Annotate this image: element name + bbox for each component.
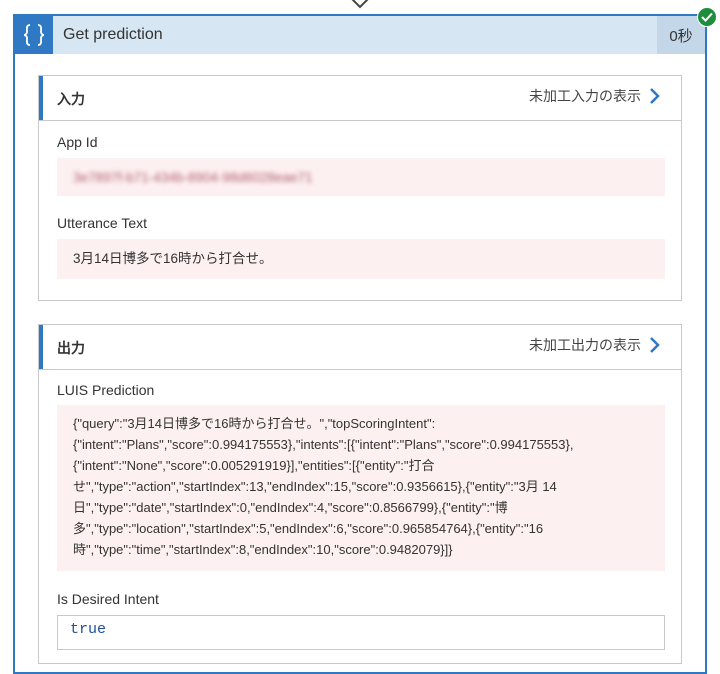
show-raw-inputs-label: 未加工入力の表示 (529, 88, 641, 104)
flow-arrow-icon (351, 0, 369, 9)
action-card: Get prediction 0秒 入力 未加工入力の表示 App Id 3e7… (13, 14, 707, 674)
luis-line: 日","type":"date","startIndex":0,"endInde… (73, 500, 508, 515)
outputs-section: 出力 未加工出力の表示 LUIS Prediction {"query":"3月… (38, 324, 682, 664)
is-desired-intent-label: Is Desired Intent (57, 591, 159, 607)
app-id-text: 3e7897f-b71-434b-8904-98d6028eae71 (73, 170, 313, 185)
luis-line: 時","type":"time","startIndex":8,"endInde… (73, 542, 453, 557)
show-raw-outputs-link[interactable]: 未加工出力の表示 (529, 335, 661, 355)
luis-prediction-value: {"query":"3月14日博多で16時から打合せ。","topScoring… (57, 405, 665, 571)
utterance-text-value: 3月14日博多で16時から打合せ。 (57, 239, 665, 279)
luis-prediction-label: LUIS Prediction (57, 382, 155, 398)
utterance-text-label: Utterance Text (57, 215, 148, 231)
luis-line: せ","type":"action","startIndex":13,"endI… (73, 479, 557, 494)
inputs-title: 入力 (57, 91, 85, 107)
show-raw-inputs-link[interactable]: 未加工入力の表示 (529, 86, 661, 106)
curly-braces-icon (15, 16, 53, 54)
action-header[interactable]: Get prediction 0秒 (15, 16, 705, 54)
success-check-icon (697, 7, 717, 27)
inputs-section: 入力 未加工入力の表示 App Id 3e7897f-b71-434b-8904… (38, 75, 682, 301)
is-desired-intent-value: true (57, 615, 665, 650)
outputs-section-header[interactable]: 出力 未加工出力の表示 (39, 325, 681, 370)
luis-line: {"intent":"Plans","score":0.994175553},"… (73, 437, 574, 452)
chevron-right-icon (650, 88, 660, 104)
outputs-title: 出力 (57, 340, 85, 356)
show-raw-outputs-label: 未加工出力の表示 (529, 337, 641, 353)
luis-line: 多","type":"location","startIndex":5,"end… (73, 521, 544, 536)
inputs-section-header[interactable]: 入力 未加工入力の表示 (39, 76, 681, 121)
app-id-value: 3e7897f-b71-434b-8904-98d6028eae71 (57, 158, 665, 196)
chevron-right-icon (650, 337, 660, 353)
luis-line: {"query":"3月14日博多で16時から打合せ。","topScoring… (73, 416, 436, 431)
action-title: Get prediction (63, 26, 163, 43)
app-id-label: App Id (57, 134, 98, 150)
luis-line: {"intent":"None","score":0.005291919}],"… (73, 458, 435, 473)
